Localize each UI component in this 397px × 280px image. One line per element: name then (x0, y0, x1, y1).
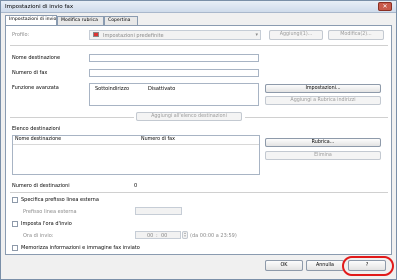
col-dest-name[interactable]: Nome destinazione (13, 136, 139, 145)
store-checkbox-label: Memorizza informazioni e immagine fax in… (21, 245, 140, 251)
prefix-checkbox-label: Specifica prefisso linea esterna (21, 197, 99, 203)
profile-label: Profilo: (12, 32, 30, 38)
window-title: Impostazioni di invio fax (5, 4, 74, 10)
prefix-label: Prefisso linea esterna (23, 209, 77, 215)
fax-number-field[interactable] (89, 69, 259, 77)
divider (10, 192, 388, 193)
cancel-button[interactable]: Annulla (306, 260, 344, 271)
profile-value: Impostazioni predefinite (103, 33, 164, 39)
add-profile-button[interactable]: Aggiungi(1)... (269, 30, 323, 40)
title-bar: Impostazioni di invio fax ✕ (1, 1, 396, 13)
help-highlight-ring (342, 256, 394, 276)
address-book-button[interactable]: Rubrica... (265, 138, 381, 147)
time-separator: : (156, 233, 158, 239)
add-to-destination-list-button[interactable]: Aggiungi all'elenco destinazioni (136, 112, 242, 121)
col-fax-number[interactable]: Numero di fax (139, 136, 259, 145)
delete-button[interactable]: Elimina (265, 151, 381, 160)
chevron-down-icon: ▾ (255, 32, 258, 38)
ok-button[interactable]: OK (265, 260, 303, 271)
time-field[interactable]: 00 : 00 (135, 231, 181, 239)
prefix-checkbox[interactable] (12, 197, 18, 203)
advanced-label: Funzione avanzata (12, 85, 59, 91)
divider (10, 117, 134, 118)
schedule-checkbox-label: Imposta l'ora d'invio (21, 221, 72, 227)
subaddress-label: Sottoindirizzo (95, 86, 130, 92)
time-label: Ora di invio: (23, 233, 54, 239)
add-to-address-book-button[interactable]: Aggiungi a Rubrica indirizzi (265, 96, 381, 105)
time-spinner[interactable]: ▴ ▾ (182, 231, 188, 239)
tab-page: Profilo: Impostazioni predefinite ▾ Aggi… (5, 25, 392, 255)
time-range: (da 00:00 a 23:59) (190, 233, 237, 239)
fax-settings-dialog: Impostazioni di invio fax ✕ Impostazioni… (0, 0, 397, 280)
dest-count-label: Numero di destinazioni (12, 183, 70, 189)
tab-impostazioni-invio[interactable]: Impostazioni di invio (5, 15, 57, 25)
profile-select[interactable]: Impostazioni predefinite ▾ (89, 30, 261, 40)
divider (10, 45, 388, 46)
dest-list-table[interactable]: Nome destinazione Numero di fax (12, 135, 260, 175)
dest-count-value: 0 (134, 183, 138, 189)
prefix-field[interactable] (135, 207, 182, 215)
tab-modifica-rubrica[interactable]: Modifica rubrica (57, 16, 104, 25)
advanced-box: Sottoindirizzo Disattivato (89, 83, 259, 106)
dest-name-label: Nome destinazione (12, 55, 61, 61)
subaddress-value: Disattivato (148, 86, 176, 92)
tab-copertina[interactable]: Copertina (104, 16, 138, 25)
fax-number-label: Numero di fax (12, 70, 48, 76)
minute-value: 00 (161, 233, 168, 239)
divider (245, 117, 388, 118)
dest-name-field[interactable] (89, 54, 259, 62)
close-button[interactable]: ✕ (378, 2, 392, 11)
profile-icon (93, 32, 99, 37)
hour-value: 00 (147, 233, 154, 239)
dest-list-label: Elenco destinazioni (12, 126, 61, 132)
settings-button[interactable]: Impostazioni... (265, 84, 381, 93)
store-checkbox[interactable] (12, 245, 18, 251)
edit-profile-button[interactable]: Modifica(2)... (328, 30, 384, 40)
schedule-checkbox[interactable] (12, 221, 18, 227)
